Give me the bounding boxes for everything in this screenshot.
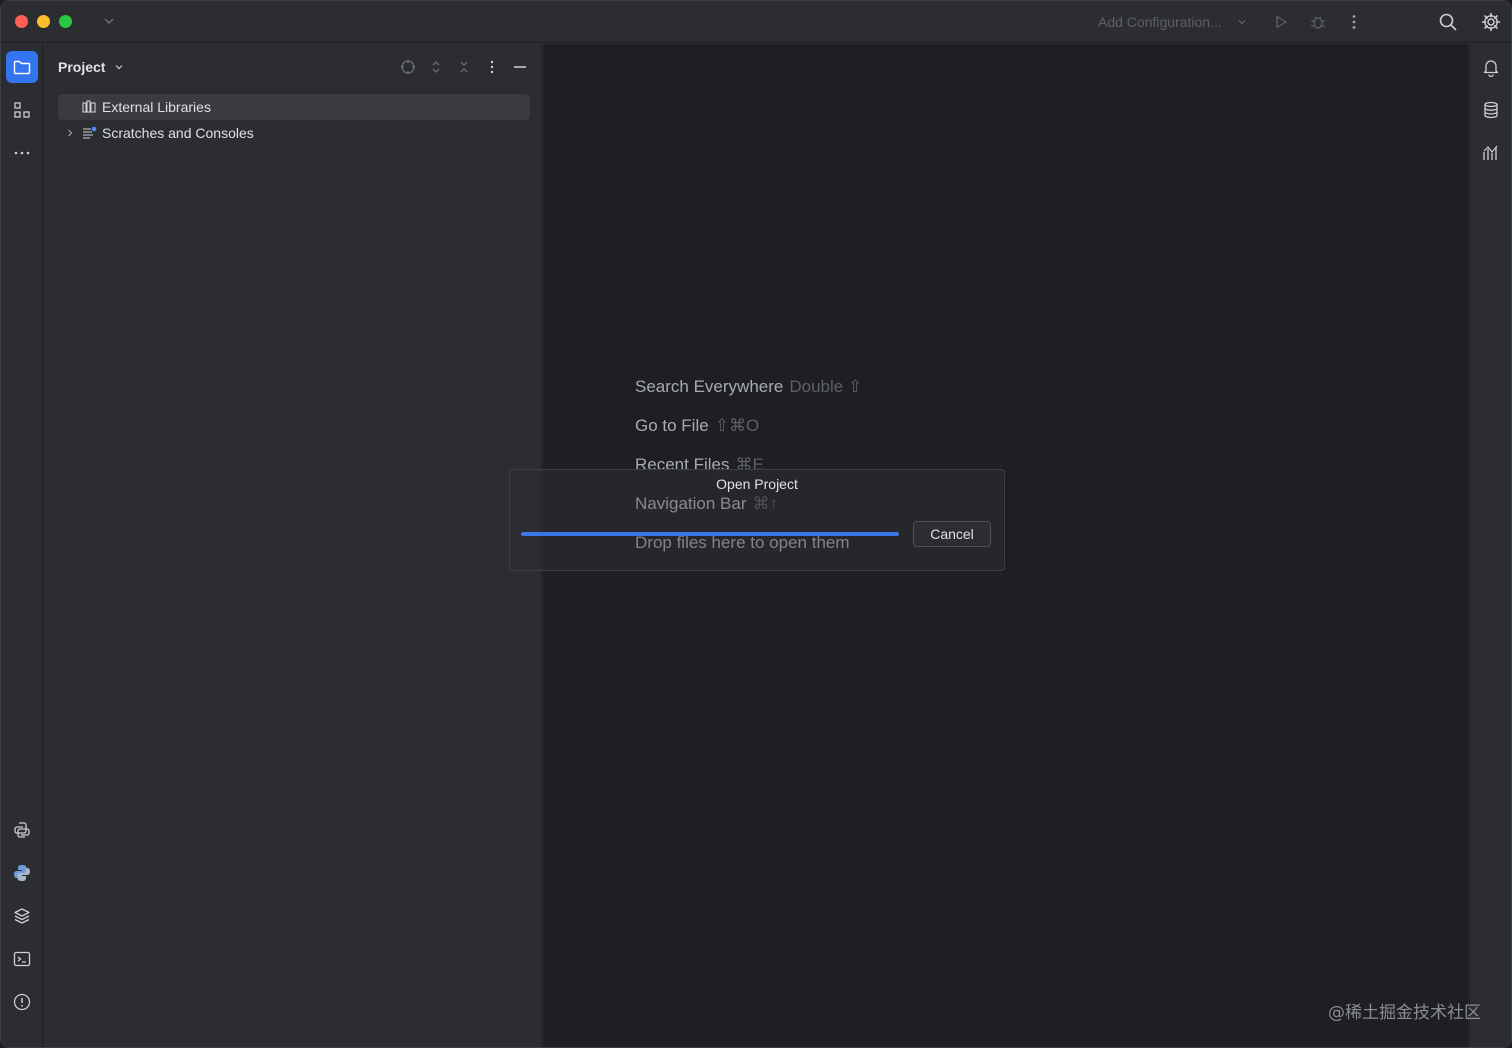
- add-configuration-button[interactable]: Add Configuration...: [1098, 14, 1222, 30]
- collapse-all-icon[interactable]: [455, 58, 473, 76]
- watermark: @稀土掘金技术社区: [1328, 1003, 1481, 1023]
- warning-circle-icon: [13, 993, 31, 1011]
- left-tool-stripe: [1, 44, 43, 1047]
- hint-navigation-bar: Navigation Bar ⌘↑: [635, 494, 778, 514]
- hint-label: Search Everywhere: [635, 377, 784, 396]
- structure-tool-button[interactable]: [6, 94, 38, 126]
- run-icon[interactable]: [1271, 12, 1291, 32]
- dialog-title: Open Project: [716, 476, 798, 492]
- chart-icon: [1483, 145, 1498, 160]
- bell-icon: [1483, 60, 1499, 77]
- hint-shortcut: ⇧⌘O: [714, 416, 760, 435]
- chevron-down-icon[interactable]: [101, 13, 117, 29]
- expand-all-icon[interactable]: [427, 58, 445, 76]
- python-icon: [14, 865, 30, 881]
- hint-label: Drop files here to open them: [635, 533, 850, 552]
- terminal-icon: [13, 951, 31, 967]
- database-button[interactable]: [1475, 94, 1507, 126]
- panel-title[interactable]: Project: [58, 59, 105, 75]
- project-panel: Project External Libraries Scratches and…: [44, 44, 542, 1047]
- hint-shortcut: Double ⇧: [789, 377, 863, 396]
- more-icon[interactable]: [483, 58, 501, 76]
- open-project-dialog: Open Project Cancel: [509, 469, 1005, 571]
- hint-label: Navigation Bar: [635, 494, 747, 513]
- ide-window: Add Configuration... Project External Li…: [0, 0, 1512, 1048]
- python-console-icon: [14, 822, 30, 838]
- settings-icon[interactable]: [1481, 12, 1501, 32]
- database-icon: [1484, 101, 1498, 119]
- locate-icon[interactable]: [399, 58, 417, 76]
- project-panel-header: Project: [44, 44, 541, 90]
- more-tools-button[interactable]: [6, 137, 38, 169]
- minimize-window-button[interactable]: [37, 15, 50, 28]
- structure-icon: [14, 102, 30, 118]
- layers-icon: [14, 908, 30, 924]
- services-tool-button[interactable]: [6, 900, 38, 932]
- python-packages-button[interactable]: [6, 814, 38, 846]
- hint-drop-files: Drop files here to open them: [635, 533, 850, 553]
- python-console-button[interactable]: [6, 857, 38, 889]
- debug-icon[interactable]: [1308, 12, 1328, 32]
- more-horizontal-icon: [14, 151, 30, 155]
- tree-item-label: Scratches and Consoles: [102, 125, 254, 141]
- hint-go-to-file: Go to File ⇧⌘O: [635, 416, 759, 436]
- folder-icon: [13, 60, 31, 75]
- title-bar: Add Configuration...: [1, 1, 1511, 43]
- chevron-right-icon[interactable]: [60, 123, 80, 143]
- notifications-button[interactable]: [1475, 51, 1507, 83]
- hide-panel-icon[interactable]: [511, 58, 529, 76]
- close-window-button[interactable]: [15, 15, 28, 28]
- tree-item-scratches[interactable]: Scratches and Consoles: [58, 120, 530, 146]
- tree-item-external-libraries[interactable]: External Libraries: [58, 94, 530, 120]
- more-icon[interactable]: [1344, 12, 1364, 32]
- project-tool-button[interactable]: [6, 51, 38, 83]
- hint-label: Go to File: [635, 416, 709, 435]
- hint-shortcut: ⌘↑: [752, 494, 779, 513]
- right-tool-stripe: [1469, 44, 1511, 1047]
- tree-item-label: External Libraries: [102, 99, 211, 115]
- library-icon: [80, 98, 98, 116]
- chevron-down-icon: [1236, 16, 1248, 28]
- cancel-button[interactable]: Cancel: [913, 521, 991, 547]
- scratches-icon: [80, 124, 98, 142]
- chevron-down-icon[interactable]: [113, 61, 125, 73]
- maximize-window-button[interactable]: [59, 15, 72, 28]
- sciview-button[interactable]: [1475, 137, 1507, 169]
- terminal-tool-button[interactable]: [6, 943, 38, 975]
- hint-search-everywhere: Search Everywhere Double ⇧: [635, 377, 862, 397]
- search-icon[interactable]: [1438, 12, 1458, 32]
- problems-tool-button[interactable]: [6, 986, 38, 1018]
